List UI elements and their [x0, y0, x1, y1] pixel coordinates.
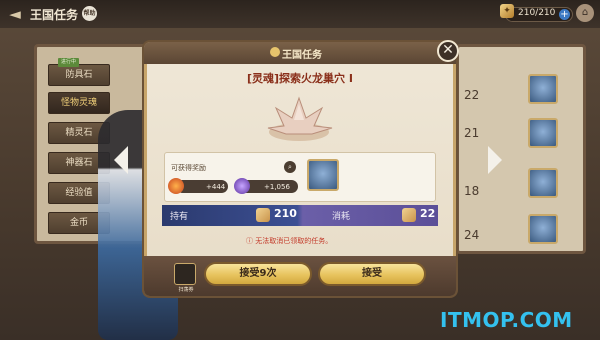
stamina-icon: ✦: [500, 4, 514, 18]
modal-title: 王国任务: [282, 50, 322, 61]
ticket-icon: [256, 208, 270, 222]
reward-value: +444: [206, 183, 226, 191]
reward-item-icon[interactable]: [528, 118, 558, 148]
tab-monster-soul[interactable]: 怪物灵魂: [48, 92, 110, 114]
ticket-label: 扫荡券: [178, 287, 194, 293]
list-item-value: 21: [464, 126, 480, 140]
reward-label: 可获得奖励: [171, 164, 206, 172]
quest-title: [灵魂]探索火龙巢穴 I: [247, 72, 353, 85]
back-arrow-icon[interactable]: ◄: [6, 5, 24, 23]
fire-soul-icon: [168, 178, 184, 194]
reward-item-icon[interactable]: [528, 168, 558, 198]
exp-orb-icon: [234, 178, 250, 194]
accept-multi-button[interactable]: 接受9次: [204, 262, 312, 286]
sweep-ticket-icon[interactable]: [174, 263, 196, 285]
hold-value: 210: [274, 207, 297, 220]
add-stamina-button[interactable]: +: [559, 9, 570, 20]
warning-text: ⓘ 无法取消已领取的任务。: [246, 237, 333, 245]
reward-value: +1,056: [264, 183, 290, 191]
prev-arrow-icon[interactable]: [114, 146, 128, 174]
consume-value: 22: [420, 207, 436, 220]
list-item-value: 24: [464, 228, 480, 242]
list-item: 22: [460, 88, 520, 102]
magnifier-icon[interactable]: ⌕: [284, 161, 296, 173]
resource-bar: [162, 205, 438, 226]
page-title: 王国任务: [30, 8, 79, 22]
dragon-crystal-icon: [267, 96, 333, 141]
reward-item-icon[interactable]: [307, 159, 339, 191]
ticket-icon: [402, 208, 416, 222]
stamina-value: 210/210: [518, 8, 556, 18]
list-item: 21: [460, 126, 520, 140]
reward-panel: [164, 152, 436, 202]
watermark: ITMOP.COM: [440, 308, 573, 332]
home-icon[interactable]: ⌂: [576, 4, 594, 22]
list-item-value: 22: [464, 88, 480, 102]
consume-label: 消耗: [332, 212, 351, 222]
in-progress-badge: 进行中: [58, 58, 80, 67]
hold-label: 持有: [170, 212, 189, 222]
help-button[interactable]: 帮助: [82, 6, 97, 21]
reward-item-icon[interactable]: [528, 214, 558, 244]
close-button[interactable]: ✕: [437, 40, 459, 62]
reward-item-icon[interactable]: [528, 74, 558, 104]
quest-list-panel: [456, 44, 586, 254]
list-item: 18: [460, 184, 520, 198]
tab-armor-stone[interactable]: 防具石: [48, 64, 110, 86]
accept-button[interactable]: 接受: [318, 262, 426, 286]
next-arrow-icon[interactable]: [488, 146, 502, 174]
crown-icon: [270, 47, 280, 57]
list-item-value: 18: [464, 184, 480, 198]
list-item: 24: [460, 228, 520, 242]
